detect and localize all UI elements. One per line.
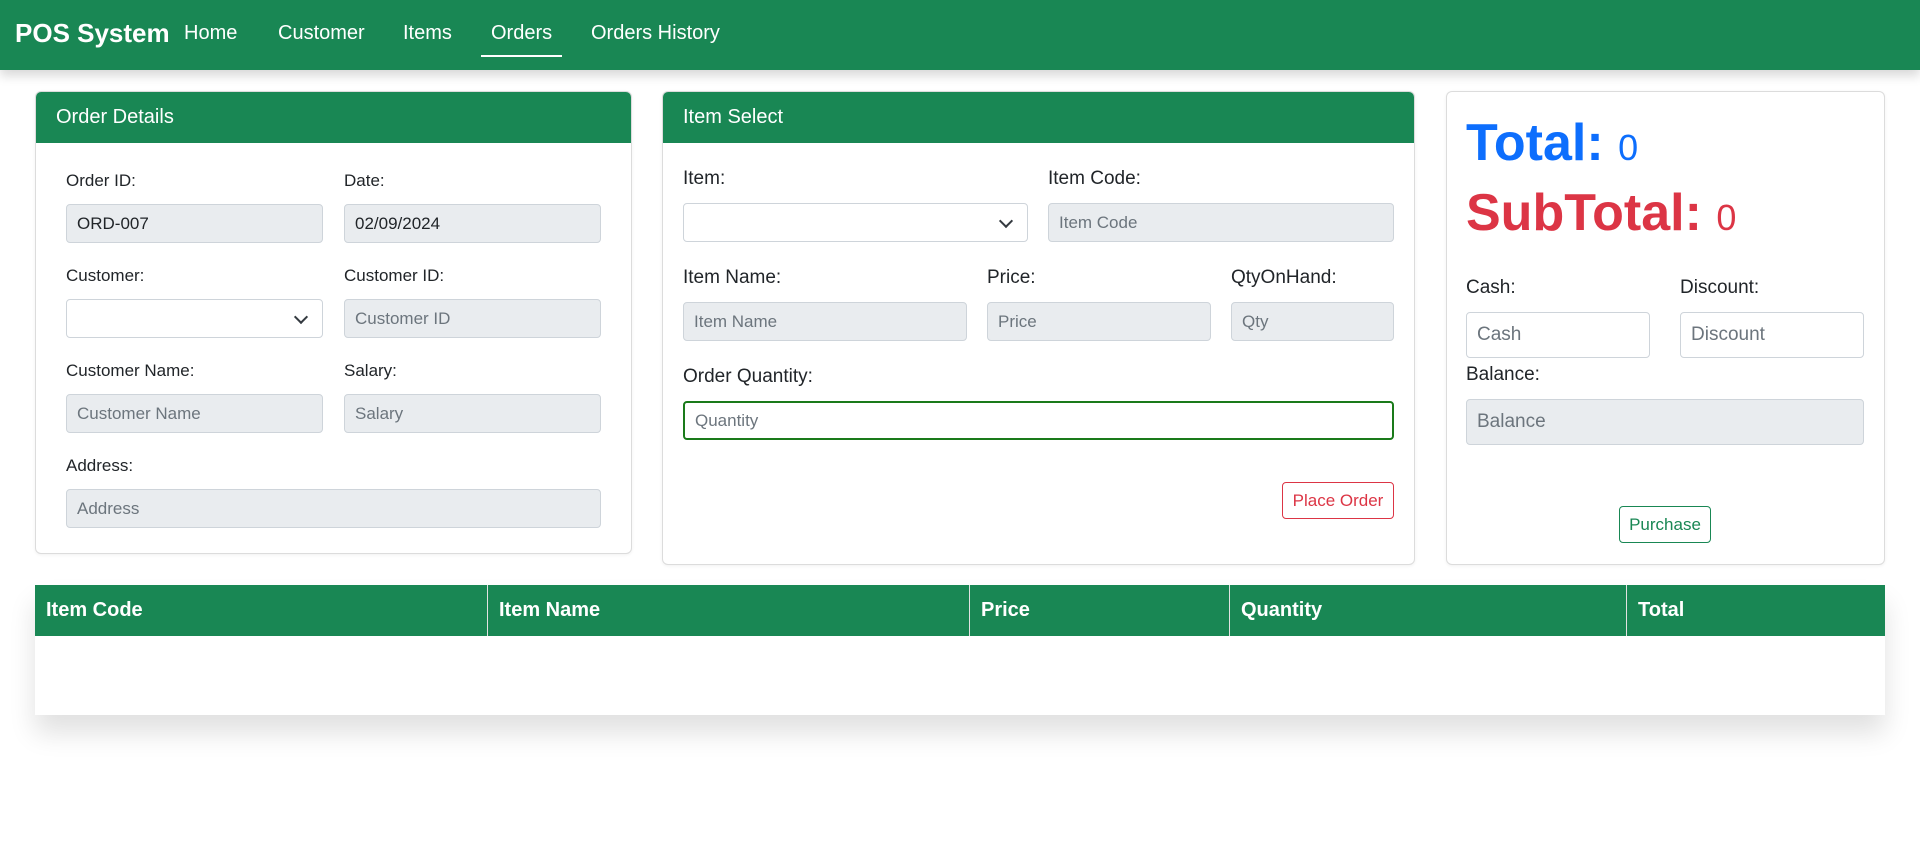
cash-label: Cash: bbox=[1466, 277, 1516, 298]
cart-table: Item Code Item Name Price Quantity Total bbox=[35, 585, 1885, 715]
price-field[interactable]: Price bbox=[987, 302, 1211, 341]
item-code-label: Item Code: bbox=[1048, 168, 1141, 189]
table-header: Item Code Item Name Price Quantity Total bbox=[35, 585, 1885, 636]
customer-name-placeholder: Customer Name bbox=[77, 403, 201, 423]
item-select-header: Item Select bbox=[663, 92, 1414, 143]
balance-field[interactable]: Balance bbox=[1466, 399, 1864, 445]
item-code-placeholder: Item Code bbox=[1059, 212, 1138, 232]
date-field[interactable]: 02/09/2024 bbox=[344, 204, 601, 243]
price-placeholder: Price bbox=[998, 311, 1037, 331]
item-label: Item: bbox=[683, 168, 726, 189]
nav-link-orders-history[interactable]: Orders History bbox=[591, 22, 720, 45]
total-label: Total: bbox=[1466, 114, 1604, 172]
subtotal-label: SubTotal: bbox=[1466, 184, 1702, 242]
price-label: Price: bbox=[987, 267, 1036, 288]
order-id-value: ORD-007 bbox=[77, 213, 149, 233]
item-code-field[interactable]: Item Code bbox=[1048, 203, 1394, 242]
column-header-quantity[interactable]: Quantity bbox=[1230, 585, 1627, 636]
order-details-header: Order Details bbox=[36, 92, 631, 143]
address-label: Address: bbox=[66, 456, 134, 475]
date-value: 02/09/2024 bbox=[355, 213, 441, 233]
item-name-field[interactable]: Item Name bbox=[683, 302, 967, 341]
order-qty-placeholder: Quantity bbox=[695, 410, 759, 430]
customer-name-field[interactable]: Customer Name bbox=[66, 394, 323, 433]
navbar: POS System Home Customer Items Orders Or… bbox=[0, 0, 1920, 70]
order-qty-input[interactable]: Quantity bbox=[683, 401, 1394, 440]
date-label: Date: bbox=[344, 171, 385, 190]
order-qty-label: Order Quantity: bbox=[683, 366, 813, 387]
qty-on-hand-label: QtyOnHand: bbox=[1231, 267, 1337, 288]
discount-input[interactable]: Discount bbox=[1680, 312, 1864, 358]
customer-id-label: Customer ID: bbox=[344, 266, 445, 285]
chevron-down-icon bbox=[293, 309, 309, 325]
purchase-button[interactable]: Purchase bbox=[1619, 506, 1711, 543]
chevron-down-icon bbox=[998, 213, 1014, 229]
nav-link-orders[interactable]: Orders bbox=[480, 22, 563, 57]
balance-label: Balance: bbox=[1466, 364, 1540, 385]
place-order-button[interactable]: Place Order bbox=[1282, 482, 1394, 519]
column-header-price[interactable]: Price bbox=[970, 585, 1230, 636]
nav-link-customer[interactable]: Customer bbox=[278, 22, 365, 45]
qty-on-hand-placeholder: Qty bbox=[1242, 311, 1269, 331]
customer-label: Customer: bbox=[66, 266, 145, 285]
cash-placeholder: Cash bbox=[1477, 324, 1522, 345]
order-id-label: Order ID: bbox=[66, 171, 136, 190]
column-header-total[interactable]: Total bbox=[1627, 585, 1885, 636]
total-display: Total: 0 bbox=[1466, 113, 1638, 173]
column-header-item-code[interactable]: Item Code bbox=[35, 585, 488, 636]
nav-link-home[interactable]: Home bbox=[184, 22, 237, 45]
customer-select[interactable] bbox=[66, 299, 323, 338]
balance-placeholder: Balance bbox=[1477, 411, 1546, 432]
address-field[interactable]: Address bbox=[66, 489, 601, 528]
subtotal-value: 0 bbox=[1716, 197, 1737, 238]
customer-name-label: Customer Name: bbox=[66, 361, 195, 380]
item-name-label: Item Name: bbox=[683, 267, 782, 288]
column-header-item-name[interactable]: Item Name bbox=[488, 585, 970, 636]
salary-label: Salary: bbox=[344, 361, 397, 380]
customer-id-field[interactable]: Customer ID bbox=[344, 299, 601, 338]
item-name-placeholder: Item Name bbox=[694, 311, 778, 331]
item-select[interactable] bbox=[683, 203, 1028, 242]
cash-input[interactable]: Cash bbox=[1466, 312, 1650, 358]
brand-logo[interactable]: POS System bbox=[15, 18, 170, 49]
total-value: 0 bbox=[1618, 127, 1639, 168]
subtotal-display: SubTotal: 0 bbox=[1466, 183, 1736, 243]
discount-placeholder: Discount bbox=[1691, 324, 1765, 345]
order-id-field[interactable]: ORD-007 bbox=[66, 204, 323, 243]
nav-link-items[interactable]: Items bbox=[403, 22, 452, 45]
salary-field[interactable]: Salary bbox=[344, 394, 601, 433]
qty-on-hand-field[interactable]: Qty bbox=[1231, 302, 1394, 341]
customer-id-placeholder: Customer ID bbox=[355, 308, 451, 328]
discount-label: Discount: bbox=[1680, 277, 1760, 298]
salary-placeholder: Salary bbox=[355, 403, 404, 423]
address-placeholder: Address bbox=[77, 498, 140, 518]
